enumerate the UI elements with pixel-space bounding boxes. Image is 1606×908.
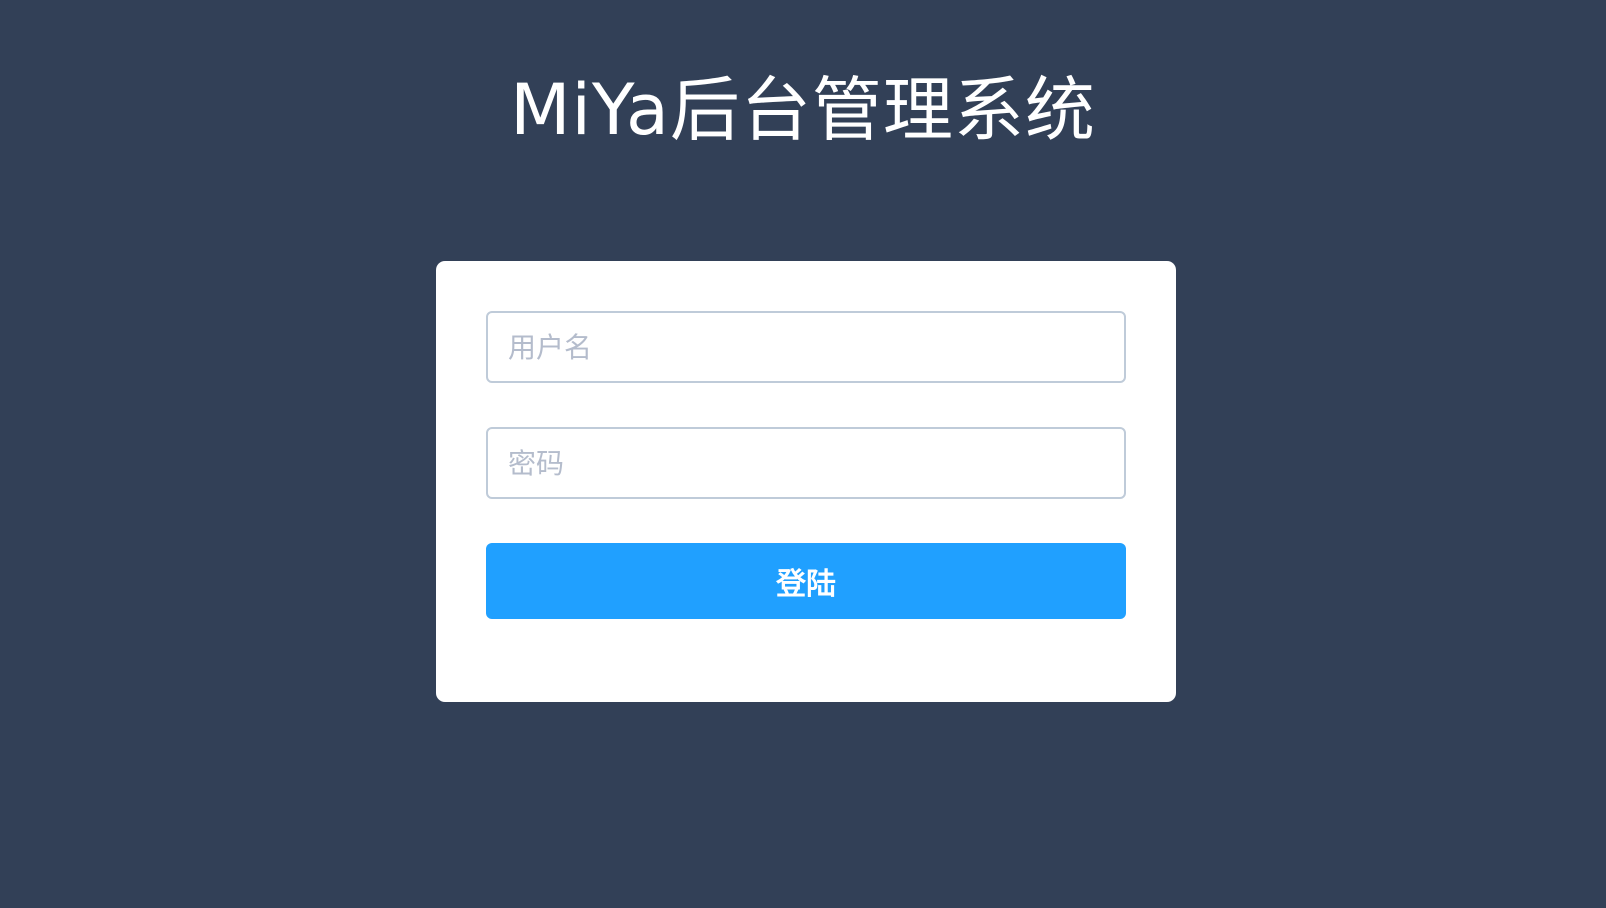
login-card: 登陆 <box>436 261 1176 702</box>
password-input[interactable] <box>486 427 1126 499</box>
login-button[interactable]: 登陆 <box>486 543 1126 619</box>
username-input[interactable] <box>486 311 1126 383</box>
page-title: MiYa后台管理系统 <box>510 69 1096 151</box>
